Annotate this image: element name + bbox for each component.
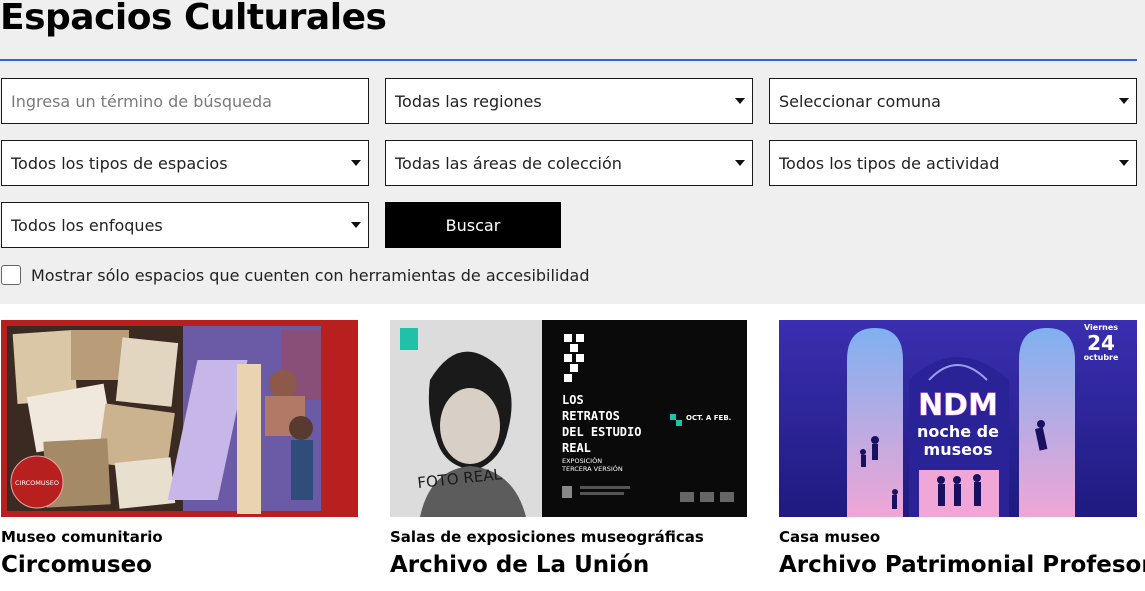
card-title[interactable]: Circomuseo <box>1 552 152 578</box>
poster-headline-1: LOS <box>562 393 584 407</box>
collection-area-select-value: Todas las áreas de colección <box>395 153 622 173</box>
poster-subline-2: TERCERA VERSIÓN <box>561 464 623 473</box>
accessibility-filter[interactable]: Mostrar sólo espacios que cuenten con he… <box>1 265 590 285</box>
card-image[interactable]: CIRCOMUSEO <box>1 320 358 517</box>
region-select[interactable]: Todas las regiones <box>385 78 753 124</box>
search-button[interactable]: Buscar <box>385 202 561 248</box>
activity-type-select[interactable]: Todos los tipos de actividad <box>769 140 1137 186</box>
space-type-select-value: Todos los tipos de espacios <box>11 153 228 173</box>
approach-select-value: Todos los enfoques <box>11 215 163 235</box>
collection-area-select[interactable]: Todas las áreas de colección <box>385 140 753 186</box>
card-image[interactable]: FOTO REAL LOS RETRATOS DEL ESTUDIO REAL … <box>390 320 747 517</box>
chevron-down-icon <box>735 98 745 104</box>
filters-panel: Espacios Culturales Todas las regiones S… <box>0 0 1145 304</box>
chevron-down-icon <box>351 222 361 228</box>
poster-headline-2: RETRATOS <box>562 409 620 423</box>
poster-headline-3: DEL ESTUDIO <box>562 425 641 439</box>
ndm-logo-line-2: museos <box>924 440 993 459</box>
poster-headline-4: REAL <box>562 441 591 455</box>
chevron-down-icon <box>735 160 745 166</box>
card-category: Salas de exposiciones museográficas <box>390 528 704 546</box>
ndm-logo-line-1: noche de <box>917 422 999 441</box>
event-month: octubre <box>1084 353 1119 362</box>
event-day-number: 24 <box>1087 331 1115 355</box>
card-title[interactable]: Archivo Patrimonial Profesor <box>779 552 1145 578</box>
card-category: Museo comunitario <box>1 528 163 546</box>
title-divider <box>0 59 1137 61</box>
poster-subline-1: EXPOSICIÓN <box>562 456 602 465</box>
region-select-value: Todas las regiones <box>395 91 542 111</box>
circomuseo-logo-text: CIRCOMUSEO <box>15 479 59 487</box>
card-image[interactable]: NDM noche de museos Viernes 24 octubre <box>779 320 1137 517</box>
search-input[interactable] <box>11 91 368 111</box>
search-field[interactable] <box>1 78 369 124</box>
space-type-select[interactable]: Todos los tipos de espacios <box>1 140 369 186</box>
accessibility-checkbox-label: Mostrar sólo espacios que cuenten con he… <box>31 265 590 285</box>
card-title[interactable]: Archivo de La Unión <box>390 552 649 578</box>
comuna-select-value: Seleccionar comuna <box>779 91 941 111</box>
activity-type-select-value: Todos los tipos de actividad <box>779 153 1000 173</box>
accessibility-checkbox[interactable] <box>1 265 21 285</box>
chevron-down-icon <box>1119 98 1129 104</box>
comuna-select[interactable]: Seleccionar comuna <box>769 78 1137 124</box>
card-category: Casa museo <box>779 528 881 546</box>
ndm-logo: NDM <box>918 388 998 423</box>
chevron-down-icon <box>351 160 361 166</box>
poster-date: OCT. A FEB. <box>686 414 731 422</box>
approach-select[interactable]: Todos los enfoques <box>1 202 369 248</box>
chevron-down-icon <box>1119 160 1129 166</box>
page-title: Espacios Culturales <box>0 0 387 38</box>
